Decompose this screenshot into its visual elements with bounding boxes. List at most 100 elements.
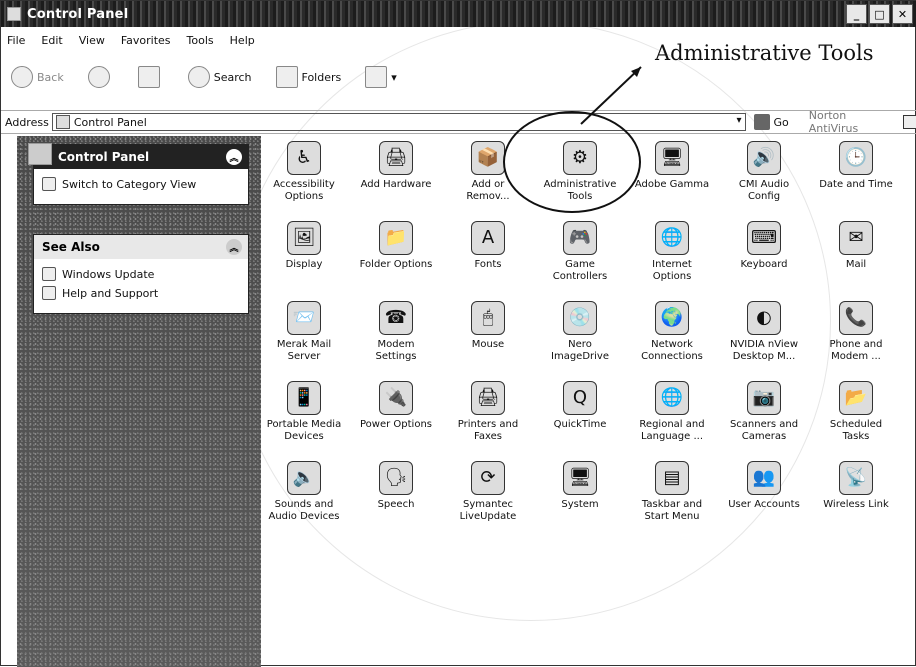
folders-button[interactable]: Folders — [275, 66, 341, 88]
title-bar[interactable]: Control Panel _ □ ✕ — [1, 1, 916, 27]
views-button[interactable]: ▾ — [365, 66, 397, 88]
control-panel-item[interactable]: 🖼 Display — [265, 221, 343, 271]
control-panel-item[interactable]: 🖨 Add Hardware — [357, 141, 435, 191]
control-panel-item[interactable]: 📁 Folder Options — [357, 221, 435, 271]
control-panel-item[interactable]: 🌐 Internet Options — [633, 221, 711, 283]
menu-tools[interactable]: Tools — [187, 34, 214, 47]
mail-icon: ✉ — [839, 221, 873, 255]
collapse-icon[interactable]: ︽ — [226, 239, 242, 255]
control-panel-item-label: Internet Options — [652, 259, 692, 282]
forward-arrow-icon — [87, 66, 110, 88]
menu-file[interactable]: File — [7, 34, 25, 47]
collapse-icon[interactable]: ︽ — [226, 149, 242, 165]
menu-view[interactable]: View — [79, 34, 105, 47]
control-panel-item[interactable]: 🔌 Power Options — [357, 381, 435, 431]
control-panel-item-label: Fonts — [474, 259, 502, 270]
chevron-down-icon: ▾ — [391, 70, 397, 84]
control-panel-item-label: Scanners and Cameras — [729, 419, 799, 442]
control-panel-item-label: Taskbar and Start Menu — [641, 499, 703, 522]
network-connections-icon: 🌍 — [655, 301, 689, 335]
close-button[interactable]: ✕ — [892, 4, 913, 24]
control-panel-item-label: Add Hardware — [360, 179, 432, 190]
control-panel-item[interactable]: 🖱 Mouse — [449, 301, 527, 351]
menu-help[interactable]: Help — [230, 34, 255, 47]
go-arrow-icon — [753, 114, 770, 130]
minimize-button[interactable]: _ — [846, 4, 867, 24]
add-hardware-icon: 🖨 — [379, 141, 413, 175]
fonts-icon: A — [471, 221, 505, 255]
scheduled-tasks-icon: 📂 — [839, 381, 873, 415]
control-panel-item[interactable]: 🖥 System — [541, 461, 619, 511]
control-panel-item[interactable]: 🔊 CMI Audio Config — [725, 141, 803, 203]
control-panel-item[interactable]: 📨 Merak Mail Server — [265, 301, 343, 363]
menu-edit[interactable]: Edit — [41, 34, 62, 47]
control-panel-item[interactable]: 🌐 Regional and Language ... — [633, 381, 711, 443]
control-panel-item-label: NVIDIA nView Desktop M... — [729, 339, 798, 362]
control-panel-item[interactable]: 📱 Portable Media Devices — [265, 381, 343, 443]
go-button[interactable]: Go — [753, 114, 789, 130]
control-panel-item[interactable]: 🎮 Game Controllers — [541, 221, 619, 283]
phone-and-modem-icon: 📞 — [839, 301, 873, 335]
control-panel-item[interactable]: 📷 Scanners and Cameras — [725, 381, 803, 443]
switch-category-view-link[interactable]: Switch to Category View — [42, 177, 240, 191]
see-also-header[interactable]: See Also ︽ — [34, 235, 248, 259]
control-panel-item[interactable]: 📡 Wireless Link — [817, 461, 895, 511]
search-button[interactable]: Search — [187, 66, 252, 88]
help-and-support-link[interactable]: Help and Support — [42, 286, 240, 300]
add-remove-programs-icon: 📦 — [471, 141, 505, 175]
control-panel-item-label: QuickTime — [553, 419, 607, 430]
regional-and-language-icon: 🌐 — [655, 381, 689, 415]
control-panel-item[interactable]: 🖥 Adobe Gamma — [633, 141, 711, 191]
wireless-link-icon: 📡 — [839, 461, 873, 495]
control-panel-item-label: Printers and Faxes — [457, 419, 519, 442]
control-panel-item[interactable]: 💿 Nero ImageDrive — [541, 301, 619, 363]
control-panel-item[interactable]: ♿ Accessibility Options — [265, 141, 343, 203]
annotation-arrow — [580, 66, 642, 125]
control-panel-item[interactable]: 👥 User Accounts — [725, 461, 803, 511]
forward-button[interactable] — [87, 66, 114, 88]
nvidia-nview-icon: ◐ — [747, 301, 781, 335]
control-panel-item[interactable]: 📂 Scheduled Tasks — [817, 381, 895, 443]
views-icon — [365, 66, 388, 88]
control-panel-header[interactable]: Control Panel ︽ — [28, 143, 248, 169]
control-panel-item-label: Wireless Link — [823, 499, 889, 510]
maximize-button[interactable]: □ — [869, 4, 890, 24]
windows-update-link[interactable]: Windows Update — [42, 267, 240, 281]
control-panel-item-label: Mail — [845, 259, 867, 270]
up-folder-button[interactable] — [137, 66, 164, 88]
control-panel-item[interactable]: ▤ Taskbar and Start Menu — [633, 461, 711, 523]
control-panel-item[interactable]: Q QuickTime — [541, 381, 619, 431]
control-panel-item-label: Power Options — [360, 419, 432, 430]
up-folder-icon — [137, 66, 160, 88]
control-panel-item-label: Phone and Modem ... — [829, 339, 883, 362]
taskbar-start-menu-icon: ▤ — [655, 461, 689, 495]
control-panel-item[interactable]: ◐ NVIDIA nView Desktop M... — [725, 301, 803, 363]
control-panel-item[interactable]: 🕒 Date and Time — [817, 141, 895, 191]
portable-media-devices-icon: 📱 — [287, 381, 321, 415]
control-panel-item[interactable]: 🌍 Network Connections — [633, 301, 711, 363]
control-panel-item[interactable]: ✉ Mail — [817, 221, 895, 271]
control-panel-item[interactable]: 🔈 Sounds and Audio Devices — [265, 461, 343, 523]
back-button[interactable]: Back — [11, 66, 64, 88]
control-panel-item[interactable]: 🖨 Printers and Faxes — [449, 381, 527, 443]
norton-icon — [903, 115, 916, 129]
speech-icon: 🗣 — [379, 461, 413, 495]
menu-favorites[interactable]: Favorites — [121, 34, 171, 47]
control-panel-item-label: Scheduled Tasks — [829, 419, 883, 442]
control-panel-item[interactable]: A Fonts — [449, 221, 527, 271]
control-panel-item[interactable]: 📞 Phone and Modem ... — [817, 301, 895, 363]
control-panel-item[interactable]: 🗣 Speech — [357, 461, 435, 511]
control-panel-item-label: Date and Time — [819, 179, 893, 190]
control-panel-item-label: Nero ImageDrive — [551, 339, 609, 362]
control-panel-item-label: Merak Mail Server — [276, 339, 332, 362]
control-panel-item-label: Adobe Gamma — [634, 179, 710, 190]
power-options-icon: 🔌 — [379, 381, 413, 415]
control-panel-item[interactable]: ⟳ Symantec LiveUpdate — [449, 461, 527, 523]
control-panel-item[interactable]: ⌨ Keyboard — [725, 221, 803, 271]
control-panel-item-label: Symantec LiveUpdate — [459, 499, 517, 522]
address-dropdown-icon[interactable]: ▾ — [736, 115, 741, 126]
nero-imagedrive-icon: 💿 — [563, 301, 597, 335]
control-panel-item-label: System — [561, 499, 599, 510]
norton-antivirus-toolbar[interactable]: Norton AntiVirus — [809, 109, 916, 135]
control-panel-item[interactable]: ☎ Modem Settings — [357, 301, 435, 363]
